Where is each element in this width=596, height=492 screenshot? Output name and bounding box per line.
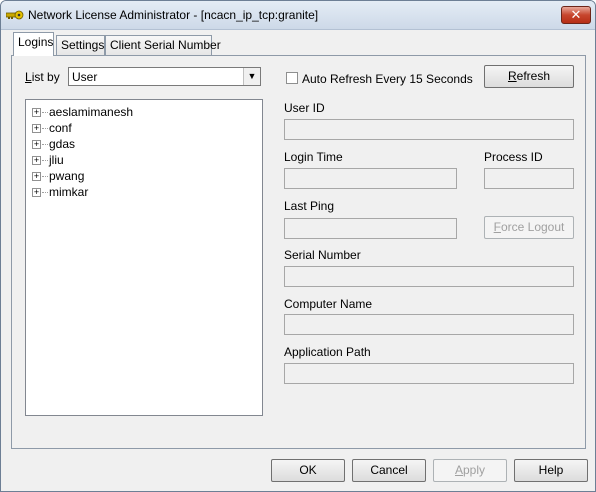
list-by-value: User	[72, 70, 98, 84]
user-tree[interactable]: + aeslamimanesh + conf + gdas + jliu + p…	[25, 99, 263, 416]
expand-icon[interactable]: +	[32, 188, 41, 197]
last-ping-label: Last Ping	[284, 199, 335, 213]
process-id-field[interactable]	[484, 168, 574, 189]
list-by-label: List by	[25, 70, 60, 84]
help-button[interactable]: Help	[514, 459, 588, 482]
user-id-field[interactable]	[284, 119, 574, 140]
user-id-label: User ID	[284, 101, 325, 115]
process-id-label: Process ID	[484, 150, 543, 164]
expand-icon[interactable]: +	[32, 156, 41, 165]
tree-connector	[42, 112, 48, 113]
expand-icon[interactable]: +	[32, 140, 41, 149]
main-window: Network License Administrator - [ncacn_i…	[0, 0, 596, 492]
tree-connector	[42, 192, 48, 193]
tree-item-label: pwang	[49, 169, 85, 183]
application-path-label: Application Path	[284, 345, 371, 359]
application-path-field[interactable]	[284, 363, 574, 384]
close-icon: ✕	[570, 7, 582, 22]
tree-connector	[42, 160, 48, 161]
tree-item-label: conf	[49, 121, 72, 135]
tab-client-serial-number-label: Client Serial Number	[110, 38, 221, 52]
tree-connector	[42, 176, 48, 177]
expand-icon[interactable]: +	[32, 108, 41, 117]
cancel-button[interactable]: Cancel	[352, 459, 426, 482]
login-time-label: Login Time	[284, 150, 343, 164]
close-button[interactable]: ✕	[561, 6, 591, 24]
ok-button[interactable]: OK	[271, 459, 345, 482]
computer-name-field[interactable]	[284, 314, 574, 335]
tree-item-label: mimkar	[49, 185, 89, 199]
window-title: Network License Administrator - [ncacn_i…	[28, 8, 319, 22]
tab-settings-label: Settings	[61, 38, 105, 52]
list-by-select[interactable]: User ▼	[68, 67, 261, 86]
serial-number-field[interactable]	[284, 266, 574, 287]
tree-item-label: aeslamimanesh	[49, 105, 134, 119]
tree-item-label: jliu	[49, 153, 64, 167]
tab-logins[interactable]: Logins	[13, 32, 54, 56]
login-time-field[interactable]	[284, 168, 457, 189]
last-ping-field[interactable]	[284, 218, 457, 239]
tab-client-serial-number[interactable]: Client Serial Number	[105, 35, 221, 55]
apply-button[interactable]: Apply	[433, 459, 507, 482]
tab-settings[interactable]: Settings	[56, 35, 105, 55]
tab-logins-label: Logins	[18, 35, 54, 49]
refresh-button[interactable]: Refresh	[484, 65, 574, 88]
chevron-down-icon[interactable]: ▼	[243, 68, 260, 85]
tree-item-label: gdas	[49, 137, 76, 151]
tree-connector	[42, 144, 48, 145]
computer-name-label: Computer Name	[284, 297, 373, 311]
tree-connector	[42, 128, 48, 129]
auto-refresh-checkbox[interactable]	[286, 72, 298, 84]
title-bar[interactable]: Network License Administrator - [ncacn_i…	[1, 1, 595, 30]
expand-icon[interactable]: +	[32, 124, 41, 133]
force-logout-button[interactable]: Force Logout	[484, 216, 574, 239]
expand-icon[interactable]: +	[32, 172, 41, 181]
serial-number-label: Serial Number	[284, 248, 361, 262]
key-icon	[6, 10, 24, 20]
auto-refresh-label: Auto Refresh Every 15 Seconds	[302, 72, 473, 86]
